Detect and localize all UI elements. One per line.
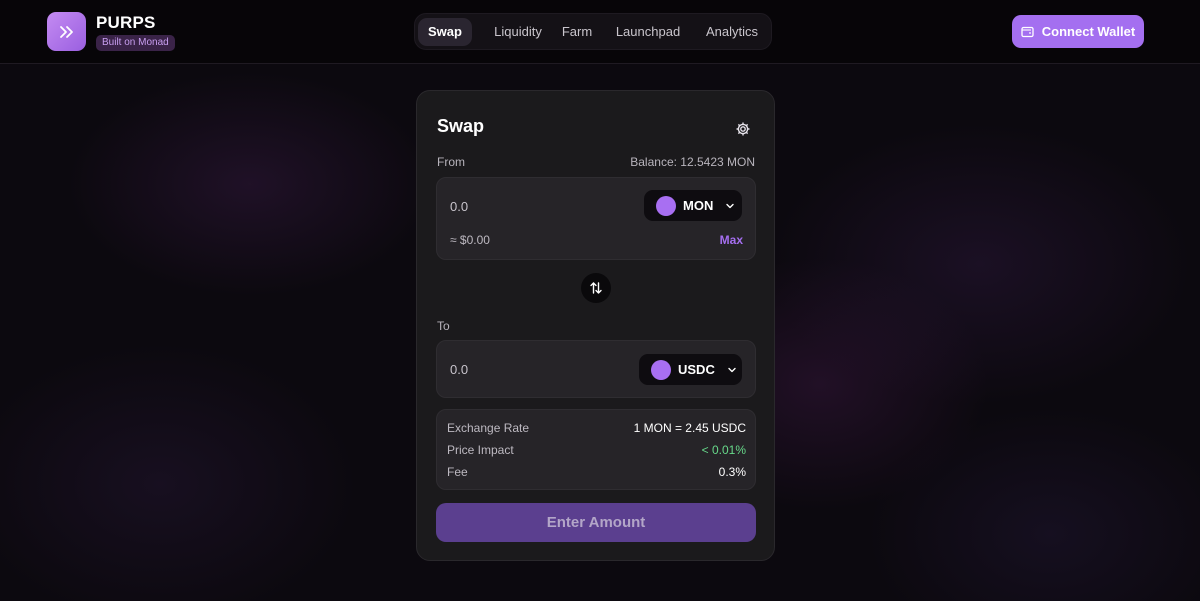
brand-logo[interactable]	[47, 12, 86, 51]
from-amount-input[interactable]: 0.0	[450, 199, 468, 214]
gear-icon[interactable]	[735, 121, 751, 137]
wallet-icon	[1021, 26, 1034, 37]
to-token-select[interactable]: USDC	[639, 354, 742, 385]
fee-row: Fee 0.3%	[447, 465, 746, 481]
tab-swap[interactable]: Swap	[418, 18, 472, 46]
tab-liquidity[interactable]: Liquidity	[481, 18, 555, 46]
from-label: From	[437, 155, 465, 169]
connect-wallet-button[interactable]: Connect Wallet	[1012, 15, 1144, 48]
from-balance: Balance: 12.5423 MON	[630, 155, 755, 169]
from-token-select[interactable]: MON	[644, 190, 742, 221]
price-impact-label: Price Impact	[447, 443, 514, 457]
exchange-rate-label: Exchange Rate	[447, 421, 530, 435]
swap-arrows-icon	[590, 282, 602, 294]
brand-name: PURPS	[96, 13, 156, 32]
brand-tagline-badge: Built on Monad	[96, 35, 175, 51]
tab-launchpad[interactable]: Launchpad	[611, 18, 685, 46]
mon-token-icon	[656, 195, 676, 216]
main-nav: Swap Liquidity Farm Launchpad Analytics	[414, 13, 772, 50]
to-amount-input[interactable]: 0.0	[450, 362, 468, 377]
tab-farm[interactable]: Farm	[555, 18, 599, 46]
fee-label: Fee	[447, 465, 468, 479]
enter-amount-button[interactable]: Enter Amount	[436, 503, 756, 542]
fee-value: 0.3%	[718, 465, 746, 479]
to-panel: 0.0 USDC	[436, 340, 756, 398]
tab-analytics[interactable]: Analytics	[699, 18, 765, 46]
chevron-down-icon	[726, 203, 735, 208]
top-bar: PURPS Built on Monad Swap Liquidity Farm…	[0, 0, 1200, 64]
exchange-rate-value: 1 MON = 2.45 USDC	[633, 421, 746, 435]
price-impact-value: < 0.01%	[701, 443, 746, 457]
flip-direction-button[interactable]	[581, 273, 611, 303]
swap-card: Swap From Balance: 12.5423 MON 0.0 MON ≈…	[416, 90, 775, 561]
price-impact-row: Price Impact < 0.01%	[447, 443, 746, 459]
max-button[interactable]: Max	[720, 233, 743, 247]
from-usd-value: ≈ $0.00	[450, 233, 490, 247]
from-token-symbol: MON	[683, 198, 714, 213]
exchange-rate-row: Exchange Rate 1 MON = 2.45 USDC	[447, 421, 746, 437]
swap-title: Swap	[437, 116, 485, 136]
to-token-symbol: USDC	[678, 362, 715, 377]
connect-wallet-label: Connect Wallet	[1041, 24, 1136, 39]
chevron-down-icon	[728, 367, 736, 372]
to-label: To	[437, 319, 450, 333]
chevrons-right-icon	[59, 25, 73, 38]
from-panel: 0.0 MON ≈ $0.00 Max	[436, 177, 756, 260]
swap-details: Exchange Rate 1 MON = 2.45 USDC Price Im…	[436, 409, 756, 490]
usdc-token-icon	[651, 359, 671, 380]
